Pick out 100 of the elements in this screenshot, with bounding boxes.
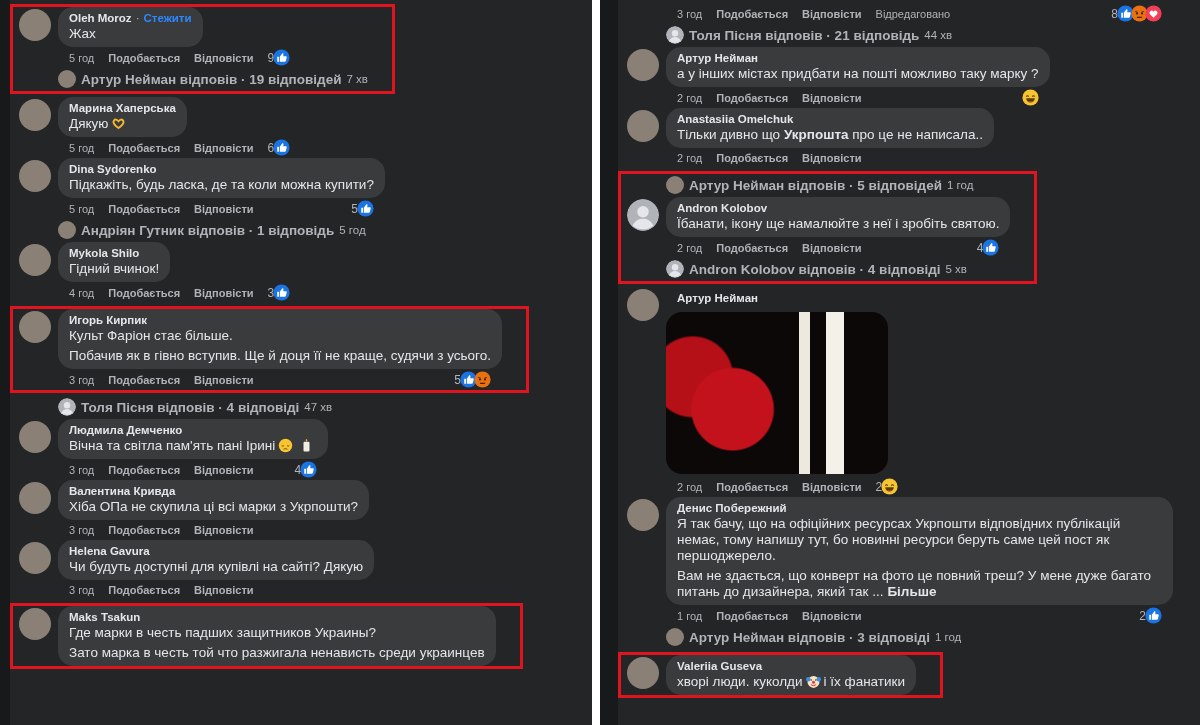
laughing-face-icon <box>1021 89 1039 106</box>
author-name[interactable]: Dina Sydorenko <box>69 162 157 177</box>
like-link[interactable]: Подобається <box>108 49 181 66</box>
avatar[interactable] <box>666 628 684 646</box>
comment-time[interactable]: 1 год <box>677 607 703 624</box>
reply-link[interactable]: Відповісти <box>802 89 862 106</box>
like-link[interactable]: Подобається <box>108 522 181 538</box>
like-link[interactable]: Подобається <box>716 5 789 22</box>
comment-time[interactable]: 2 год <box>677 89 703 106</box>
reply-link[interactable]: Відповісти <box>802 150 862 166</box>
reaction-count[interactable]: 4 <box>976 239 984 256</box>
replies-link[interactable]: Толя Пісня відповів · 21 відповідь <box>689 27 920 43</box>
author-name[interactable]: Валентина Кривда <box>69 484 176 499</box>
like-link[interactable]: Подобається <box>108 200 181 217</box>
avatar[interactable] <box>627 289 659 321</box>
author-name[interactable]: Марина Хаперська <box>69 101 176 116</box>
avatar[interactable] <box>19 9 51 41</box>
comment-time[interactable]: 3 год <box>69 522 95 538</box>
reply-link[interactable]: Відповісти <box>194 371 254 388</box>
comment-time[interactable]: 3 год <box>69 371 95 388</box>
reaction-count[interactable]: 8 <box>1111 5 1118 22</box>
reaction-count[interactable]: 9 <box>267 49 275 66</box>
reply-link[interactable]: Відповісти <box>802 239 862 256</box>
comment-time[interactable]: 3 год <box>677 5 703 22</box>
reaction-count[interactable]: 5 <box>454 371 461 388</box>
reply-link[interactable]: Відповісти <box>802 478 862 495</box>
like-link[interactable]: Подобається <box>108 139 181 156</box>
replies-link[interactable]: Толя Пісня відповів · 4 відповіді <box>81 399 300 415</box>
like-link[interactable]: Подобається <box>108 371 181 388</box>
comment-time[interactable]: 2 год <box>677 150 703 166</box>
comment-time[interactable]: 5 год <box>69 49 95 66</box>
reaction-count[interactable]: 6 <box>267 139 275 156</box>
like-link[interactable]: Подобається <box>716 478 789 495</box>
avatar[interactable] <box>627 499 659 531</box>
heart-hands-icon <box>111 116 127 131</box>
avatar[interactable] <box>58 221 76 239</box>
replies-link[interactable]: Артур Нейман відповів · 3 відповіді <box>689 629 930 645</box>
like-link[interactable]: Подобається <box>108 284 181 301</box>
comment-time[interactable]: 3 год <box>69 582 95 598</box>
author-name[interactable]: Людмила Демченко <box>69 423 183 438</box>
avatar[interactable] <box>19 421 51 453</box>
comment-time[interactable]: 2 год <box>677 239 703 256</box>
reply-link[interactable]: Відповісти <box>802 5 862 22</box>
avatar[interactable] <box>666 176 684 194</box>
author-name[interactable]: Игорь Кирпик <box>69 313 148 328</box>
replies-link[interactable]: Артур Нейман відповів · 19 відповідей <box>81 71 342 87</box>
like-link[interactable]: Подобається <box>716 239 789 256</box>
replies-link[interactable]: Андріян Гутник відповів · 1 відповідь <box>81 222 335 238</box>
avatar[interactable] <box>627 49 659 81</box>
avatar-icon <box>58 398 76 416</box>
replies-link[interactable]: Артур Нейман відповів · 5 відповідей <box>689 177 942 193</box>
reaction-count[interactable]: 4 <box>294 461 302 478</box>
comment-time[interactable]: 5 год <box>69 200 95 217</box>
author-name[interactable]: Mykola Shilo <box>69 246 140 261</box>
reply-link[interactable]: Відповісти <box>194 582 254 598</box>
angry-face-icon <box>1131 5 1148 22</box>
reply-link[interactable]: Відповісти <box>194 522 254 538</box>
comment-time[interactable]: 2 год <box>677 478 703 495</box>
reply-link[interactable]: Відповісти <box>194 139 254 156</box>
author-name[interactable]: Артур Нейман <box>677 291 759 306</box>
like-link[interactable]: Подобається <box>716 89 789 106</box>
like-link[interactable]: Подобається <box>108 582 181 598</box>
reaction-count[interactable]: 2 <box>1139 607 1146 624</box>
author-name[interactable]: Денис Побережний <box>677 501 787 516</box>
reaction-count[interactable]: 2 <box>875 478 883 495</box>
author-name[interactable]: Valeriia Guseva <box>677 659 763 674</box>
author-name[interactable]: Andron Kolobov <box>677 201 768 216</box>
reply-link[interactable]: Відповісти <box>194 284 254 301</box>
author-name[interactable]: Helena Gavura <box>69 544 150 559</box>
reply-link[interactable]: Відповісти <box>194 200 254 217</box>
reply-link[interactable]: Відповісти <box>802 607 862 624</box>
reply-link[interactable]: Відповісти <box>194 461 254 478</box>
avatar[interactable] <box>19 542 51 574</box>
replies-link[interactable]: Andron Kolobov відповів · 4 відповіді <box>689 261 941 277</box>
avatar[interactable] <box>58 70 76 88</box>
more-link[interactable]: Більше <box>887 584 937 599</box>
like-link[interactable]: Подобається <box>716 150 789 166</box>
comment-time[interactable]: 5 год <box>69 139 95 156</box>
reaction-count[interactable]: 5 <box>351 200 358 217</box>
avatar[interactable] <box>19 608 51 640</box>
edited-label: Відредаговано <box>875 6 951 22</box>
author-name[interactable]: Oleh Moroz <box>69 11 132 26</box>
avatar[interactable] <box>19 244 51 276</box>
like-icon <box>1145 607 1162 624</box>
author-name[interactable]: Anastasiia Omelchuk <box>677 112 794 127</box>
reply-link[interactable]: Відповісти <box>194 49 254 66</box>
like-link[interactable]: Подобається <box>108 461 181 478</box>
avatar[interactable] <box>19 311 51 343</box>
avatar[interactable] <box>627 657 659 689</box>
author-name[interactable]: Артур Нейман <box>677 51 759 66</box>
reaction-count[interactable]: 3 <box>267 284 275 301</box>
avatar[interactable] <box>19 160 51 192</box>
comment-time[interactable]: 4 год <box>69 284 95 301</box>
avatar[interactable] <box>19 99 51 131</box>
comment-time[interactable]: 3 год <box>69 461 95 478</box>
like-link[interactable]: Подобається <box>716 607 789 624</box>
avatar[interactable] <box>19 482 51 514</box>
author-name[interactable]: Maks Tsakun <box>69 610 141 625</box>
photo-placeholder[interactable] <box>666 312 888 474</box>
avatar[interactable] <box>627 110 659 142</box>
